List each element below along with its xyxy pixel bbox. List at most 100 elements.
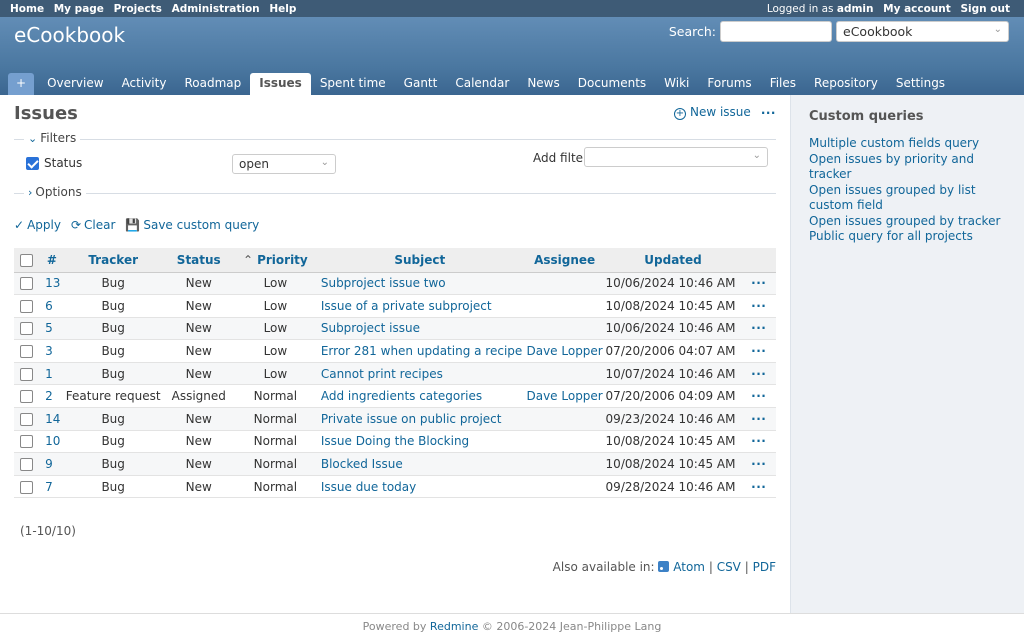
top-link-help[interactable]: Help	[269, 3, 296, 15]
issue-subject[interactable]: Issue of a private subproject	[321, 299, 492, 313]
more-actions-icon[interactable]: ···	[761, 106, 776, 120]
issue-subject[interactable]: Issue due today	[321, 480, 416, 494]
my-account-link[interactable]: My account	[883, 3, 951, 15]
issue-assignee[interactable]: Dave Lopper	[526, 389, 602, 403]
column-header-priority[interactable]: ⌃ Priority	[235, 248, 315, 273]
issue-id[interactable]: 2	[45, 389, 53, 403]
row-actions-icon[interactable]: ···	[751, 457, 766, 471]
table-row[interactable]: 5 Bug New Low Subproject issue 10/06/2024 10:…	[14, 317, 776, 341]
issue-subject[interactable]: Issue Doing the Blocking	[321, 434, 469, 448]
row-checkbox[interactable]	[20, 435, 34, 449]
row-actions-icon[interactable]: ···	[751, 344, 766, 358]
table-row[interactable]: 7 Bug New Normal Issue due today 09/28/2024 1…	[14, 475, 776, 499]
custom-query-link[interactable]: Open issues by priority and tracker	[809, 152, 1006, 183]
issue-id[interactable]: 10	[45, 434, 60, 448]
tab-roadmap[interactable]: Roadmap	[175, 73, 250, 95]
tab-gantt[interactable]: Gantt	[395, 73, 447, 95]
table-row[interactable]: 13 Bug New Low Subproject issue two 10/06/202…	[14, 272, 776, 296]
filter-status-checkbox[interactable]	[26, 157, 39, 170]
row-actions-icon[interactable]: ···	[751, 480, 766, 494]
add-filter-select[interactable]: ⌄	[584, 147, 768, 167]
issue-id[interactable]: 13	[45, 276, 60, 290]
row-checkbox[interactable]	[20, 322, 34, 336]
csv-link[interactable]: CSV	[717, 560, 741, 574]
table-row[interactable]: 9 Bug New Normal Blocked Issue 10/08/2024 10:…	[14, 452, 776, 476]
apply-button[interactable]: ✓ Apply	[14, 218, 61, 232]
column-header-updated[interactable]: Updated	[604, 248, 742, 273]
row-checkbox[interactable]	[20, 480, 34, 494]
row-checkbox[interactable]	[20, 299, 34, 313]
clear-button[interactable]: ⟳ Clear	[71, 218, 115, 232]
row-checkbox[interactable]	[20, 458, 34, 472]
issue-id[interactable]: 5	[45, 321, 53, 335]
custom-query-link[interactable]: Open issues grouped by list custom field	[809, 183, 1006, 214]
issue-id[interactable]: 1	[45, 367, 53, 381]
tab-news[interactable]: News	[518, 73, 568, 95]
select-all-checkbox[interactable]	[20, 253, 34, 267]
logged-in-user[interactable]: admin	[837, 3, 874, 15]
issue-subject[interactable]: Subproject issue two	[321, 276, 446, 290]
new-issue-link[interactable]: + New issue	[673, 105, 751, 120]
issue-id[interactable]: 14	[45, 412, 60, 426]
table-row[interactable]: 2 Feature request Assigned Normal Add ingred…	[14, 384, 776, 409]
filter-status-operator-select[interactable]: open ⌄	[232, 154, 336, 174]
custom-query-link[interactable]: Open issues grouped by tracker	[809, 214, 1006, 230]
row-actions-icon[interactable]: ···	[751, 276, 766, 290]
row-actions-icon[interactable]: ···	[751, 367, 766, 381]
column-header-tracker[interactable]: Tracker	[64, 248, 162, 273]
issue-id[interactable]: 3	[45, 344, 53, 358]
top-link-home[interactable]: Home	[10, 3, 44, 15]
issue-subject[interactable]: Blocked Issue	[321, 457, 403, 471]
tab-spent-time[interactable]: Spent time	[311, 73, 395, 95]
issue-id[interactable]: 6	[45, 299, 53, 313]
row-checkbox[interactable]	[20, 367, 34, 381]
table-row[interactable]: 10 Bug New Normal Issue Doing the Blocking 10…	[14, 430, 776, 454]
table-row[interactable]: 1 Bug New Low Cannot print recipes 10/07/2024…	[14, 362, 776, 386]
table-row[interactable]: 6 Bug New Low Issue of a private subproject 1…	[14, 294, 776, 318]
pdf-link[interactable]: PDF	[753, 560, 776, 574]
tab-settings[interactable]: Settings	[887, 73, 954, 95]
filters-toggle[interactable]: ⌄ Filters	[24, 131, 81, 145]
row-checkbox[interactable]	[20, 412, 34, 426]
issue-subject[interactable]: Error 281 when updating a recipe	[321, 344, 522, 358]
table-row[interactable]: 14 Bug New Normal Private issue on public pr…	[14, 407, 776, 431]
tab-repository[interactable]: Repository	[805, 73, 887, 95]
table-row[interactable]: 3 Bug New Low Error 281 when updating a reci…	[14, 339, 776, 363]
tab-issues[interactable]: Issues	[250, 73, 311, 95]
row-checkbox[interactable]	[20, 345, 34, 359]
column-header-status[interactable]: Status	[161, 248, 236, 273]
custom-query-link[interactable]: Multiple custom fields query	[809, 136, 1006, 152]
custom-query-link[interactable]: Public query for all projects	[809, 229, 1006, 245]
tab-overview[interactable]: Overview	[38, 73, 113, 95]
column-header-id[interactable]: #	[39, 248, 65, 273]
issue-subject[interactable]: Cannot print recipes	[321, 367, 443, 381]
row-actions-icon[interactable]: ···	[751, 321, 766, 335]
column-header-subject[interactable]: Subject	[314, 248, 525, 273]
redmine-link[interactable]: Redmine	[430, 620, 478, 633]
issue-subject[interactable]: Add ingredients categories	[321, 389, 482, 403]
top-link-my-page[interactable]: My page	[54, 3, 104, 15]
row-checkbox[interactable]	[20, 390, 34, 404]
column-header-assignee[interactable]: Assignee	[524, 248, 605, 273]
issue-id[interactable]: 7	[45, 480, 53, 494]
tab-forums[interactable]: Forums	[698, 73, 760, 95]
tab-wiki[interactable]: Wiki	[655, 73, 698, 95]
top-link-administration[interactable]: Administration	[172, 3, 260, 15]
row-actions-icon[interactable]: ···	[751, 434, 766, 448]
issue-subject[interactable]: Subproject issue	[321, 321, 420, 335]
atom-link[interactable]: Atom	[673, 560, 705, 574]
top-link-projects[interactable]: Projects	[114, 3, 162, 15]
row-actions-icon[interactable]: ···	[751, 389, 766, 403]
new-object-button[interactable]: +	[8, 73, 35, 95]
row-checkbox[interactable]	[20, 277, 34, 291]
tab-calendar[interactable]: Calendar	[446, 73, 518, 95]
row-actions-icon[interactable]: ···	[751, 299, 766, 313]
issue-subject[interactable]: Private issue on public project	[321, 412, 502, 426]
save-query-button[interactable]: 💾 Save custom query	[125, 218, 259, 232]
sign-out-link[interactable]: Sign out	[960, 3, 1010, 15]
issue-id[interactable]: 9	[45, 457, 53, 471]
row-actions-icon[interactable]: ···	[751, 412, 766, 426]
options-toggle[interactable]: › Options	[24, 185, 86, 199]
tab-files[interactable]: Files	[761, 73, 805, 95]
issue-assignee[interactable]: Dave Lopper	[526, 344, 602, 358]
